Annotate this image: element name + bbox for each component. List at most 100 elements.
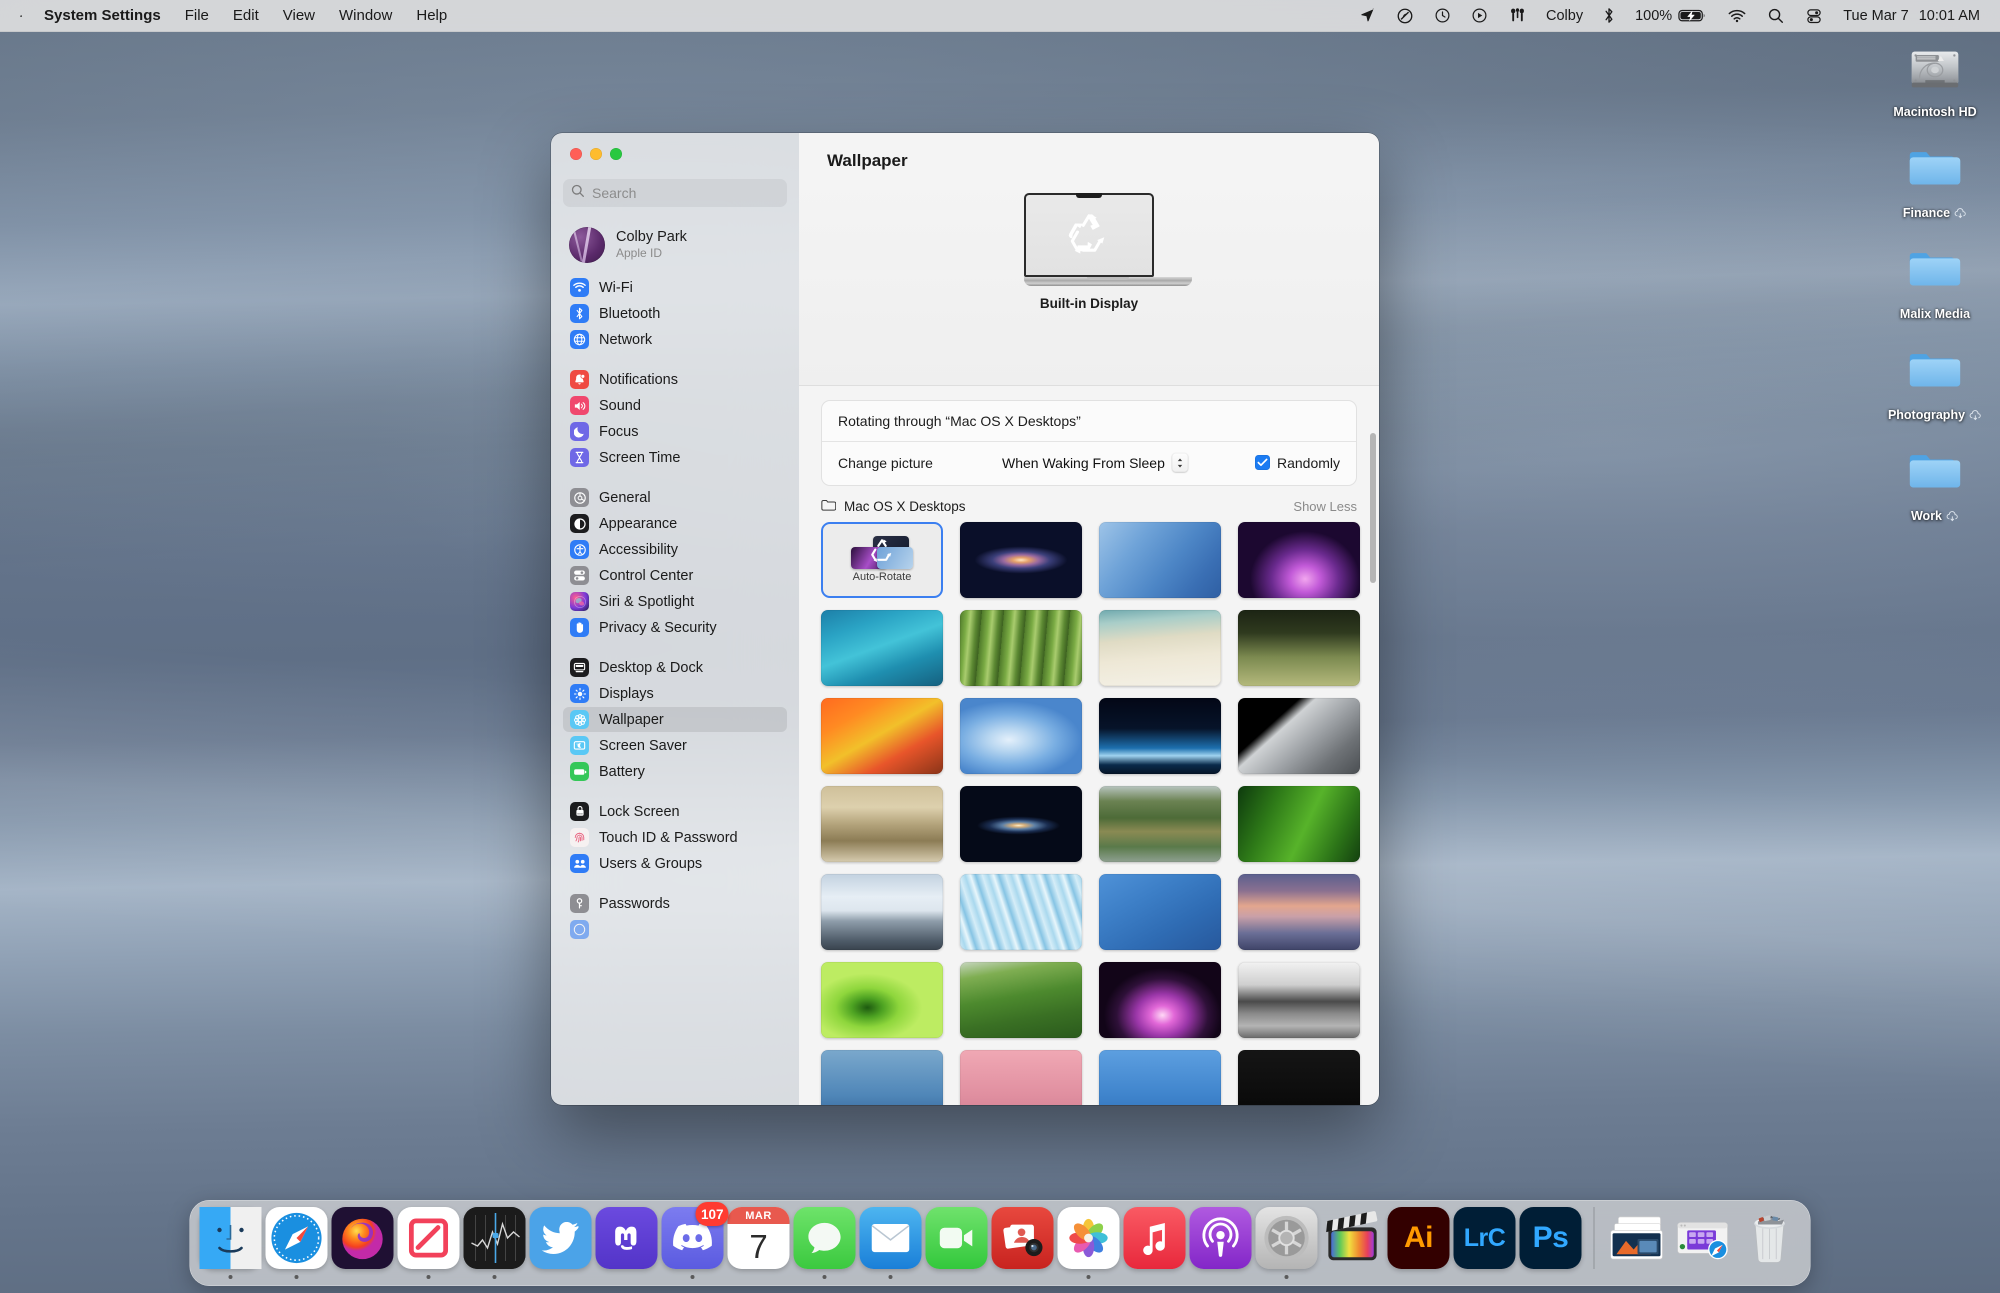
dock-item-photos[interactable] [1058, 1207, 1120, 1279]
sidebar-item-bluetooth[interactable]: Bluetooth [563, 301, 787, 326]
airpods-icon[interactable] [1498, 4, 1537, 28]
dock-item-adobe-photoshop[interactable]: Ps [1520, 1207, 1582, 1279]
sidebar-item-screen-saver[interactable]: Screen Saver [563, 733, 787, 758]
apple-logo-icon[interactable] [14, 5, 32, 26]
show-less-button[interactable]: Show Less [1293, 499, 1357, 514]
dock-item-trash[interactable] [1739, 1207, 1801, 1279]
time-machine-icon[interactable] [1424, 4, 1461, 28]
desktop-icon-macintosh-hd[interactable]: Macintosh HD [1876, 36, 1994, 119]
dock-item-discord[interactable]: 107 [662, 1207, 724, 1279]
menu-bar-user[interactable]: Colby [1537, 8, 1592, 24]
sidebar-item-users-groups[interactable]: Users & Groups [563, 851, 787, 876]
menu-file[interactable]: File [173, 5, 221, 27]
wifi-icon[interactable] [1717, 4, 1757, 28]
wallpaper-thumb[interactable] [821, 610, 943, 686]
search-input[interactable]: Search [563, 179, 787, 207]
sidebar-item-appearance[interactable]: Appearance [563, 511, 787, 536]
wallpaper-thumb[interactable] [1099, 962, 1221, 1038]
sidebar-item-internet-accounts-partial[interactable] [563, 917, 787, 942]
creative-cloud-icon[interactable] [1386, 4, 1424, 28]
dock-item-facetime[interactable] [926, 1207, 988, 1279]
sidebar-item-wallpaper[interactable]: Wallpaper [563, 707, 787, 732]
dock-minimized-stacked-windows[interactable] [1607, 1207, 1669, 1279]
sidebar-item-control-center[interactable]: Control Center [563, 563, 787, 588]
randomly-checkbox[interactable] [1255, 455, 1270, 470]
menu-system-settings[interactable]: System Settings [32, 5, 173, 27]
sidebar-item-wi-fi[interactable]: Wi-Fi [563, 275, 787, 300]
wallpaper-thumb[interactable] [1238, 698, 1360, 774]
sidebar-item-lock-screen[interactable]: Lock Screen [563, 799, 787, 824]
maximize-button[interactable] [610, 148, 622, 160]
sidebar-item-displays[interactable]: Displays [563, 681, 787, 706]
dock-item-podcasts[interactable] [1190, 1207, 1252, 1279]
bluetooth-icon[interactable] [1592, 4, 1626, 28]
wallpaper-thumb[interactable] [960, 786, 1082, 862]
dock-item-music[interactable] [1124, 1207, 1186, 1279]
wallpaper-thumb[interactable] [960, 610, 1082, 686]
wallpaper-thumb[interactable] [1099, 786, 1221, 862]
dock-item-mail[interactable] [860, 1207, 922, 1279]
dock-item-safari[interactable] [266, 1207, 328, 1279]
wallpaper-thumb[interactable] [1099, 698, 1221, 774]
wallpaper-thumb[interactable] [1238, 1050, 1360, 1105]
wallpaper-thumb[interactable] [1238, 962, 1360, 1038]
sidebar-item-battery[interactable]: Battery [563, 759, 787, 784]
dock-item-calendar[interactable]: MAR 7 [728, 1207, 790, 1279]
battery-charging-icon[interactable] [1676, 4, 1717, 28]
dock-item-twitter[interactable] [530, 1207, 592, 1279]
sidebar-item-focus[interactable]: Focus [563, 419, 787, 444]
sidebar-item-accessibility[interactable]: Accessibility [563, 537, 787, 562]
dock-item-adobe-illustrator[interactable]: Ai [1388, 1207, 1450, 1279]
dock-item-system-settings[interactable] [1256, 1207, 1318, 1279]
spotlight-search-icon[interactable] [1757, 4, 1795, 28]
randomly-checkbox-wrap[interactable]: Randomly [1255, 455, 1340, 471]
desktop-icon-malix-media[interactable]: Malix Media [1876, 238, 1994, 321]
wallpaper-thumb[interactable] [960, 962, 1082, 1038]
dock-item-adobe-lightroom-classic[interactable]: LrC [1454, 1207, 1516, 1279]
menu-window[interactable]: Window [327, 5, 404, 27]
menu-bar-date[interactable]: Tue Mar 7 [1833, 8, 1913, 24]
dock-item-final-cut-pro[interactable] [1322, 1207, 1384, 1279]
wallpaper-thumb[interactable] [821, 786, 943, 862]
sidebar-item-network[interactable]: Network [563, 327, 787, 352]
menu-bar-time[interactable]: 10:01 AM [1913, 8, 1984, 24]
dock-item-firefox[interactable] [332, 1207, 394, 1279]
wallpaper-thumb[interactable] [960, 874, 1082, 950]
vertical-scrollbar[interactable] [1370, 433, 1376, 583]
desktop-icon-finance[interactable]: Finance [1876, 137, 1994, 220]
close-button[interactable] [570, 148, 582, 160]
sidebar-item-privacy-security[interactable]: Privacy & Security [563, 615, 787, 640]
desktop-icon-work[interactable]: Work [1876, 440, 1994, 523]
minimize-button[interactable] [590, 148, 602, 160]
wallpaper-thumb[interactable] [1099, 1050, 1221, 1105]
wallpaper-thumb-auto-rotate[interactable]: Auto-Rotate [821, 522, 943, 598]
dock-minimized-safari-window[interactable] [1673, 1207, 1735, 1279]
sidebar-item-passwords[interactable]: Passwords [563, 891, 787, 916]
quicktime-player-icon[interactable] [1461, 4, 1498, 28]
menu-edit[interactable]: Edit [221, 5, 271, 27]
location-arrow-icon[interactable] [1349, 4, 1386, 28]
sidebar-item-notifications[interactable]: Notifications [563, 367, 787, 392]
dock-item-mastodon[interactable] [596, 1207, 658, 1279]
wallpaper-thumb[interactable] [1099, 522, 1221, 598]
dock-item-stocks[interactable] [464, 1207, 526, 1279]
control-center-icon[interactable] [1795, 4, 1833, 28]
wallpaper-thumb[interactable] [960, 1050, 1082, 1105]
sidebar-item-general[interactable]: General [563, 485, 787, 510]
wallpaper-thumb[interactable] [1238, 610, 1360, 686]
wallpaper-thumb[interactable] [821, 962, 943, 1038]
wallpaper-thumb[interactable] [821, 874, 943, 950]
dock-item-messages[interactable] [794, 1207, 856, 1279]
wallpaper-thumb[interactable] [1238, 786, 1360, 862]
apple-id-account-row[interactable]: Colby Park Apple ID [563, 221, 787, 269]
dock-item-finder[interactable] [200, 1207, 262, 1279]
menu-view[interactable]: View [271, 5, 327, 27]
sidebar-item-screen-time[interactable]: Screen Time [563, 445, 787, 470]
wallpaper-thumb[interactable] [821, 1050, 943, 1105]
wallpaper-thumb[interactable] [1238, 522, 1360, 598]
dock-item-photo-booth[interactable] [992, 1207, 1054, 1279]
menu-help[interactable]: Help [404, 5, 459, 27]
desktop-icon-photography[interactable]: Photography [1876, 339, 1994, 422]
sidebar-item-siri-spotlight[interactable]: Siri & Spotlight [563, 589, 787, 614]
wallpaper-thumb[interactable] [960, 522, 1082, 598]
